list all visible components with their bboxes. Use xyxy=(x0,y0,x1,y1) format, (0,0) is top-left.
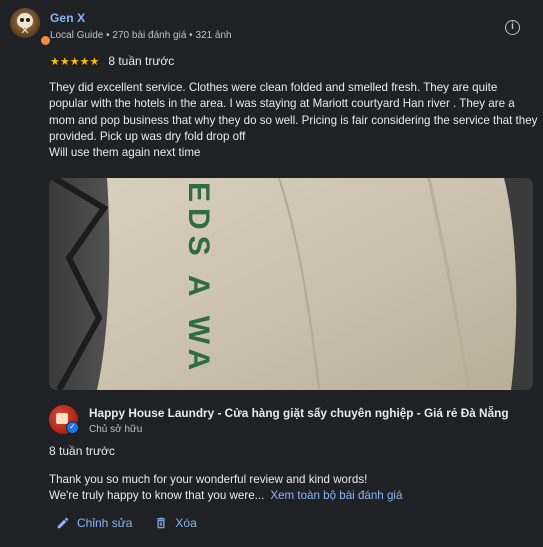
owner-role: Chủ sở hữu xyxy=(89,424,143,435)
edit-button[interactable]: Chỉnh sửa xyxy=(56,516,132,530)
reviewer-meta: Local Guide • 270 bài đánh giá • 321 ảnh xyxy=(50,30,232,41)
reviewer-avatar[interactable]: ✕ xyxy=(10,8,40,38)
verified-check-icon: ✓ xyxy=(66,421,79,434)
reviewer-name[interactable]: Gen X xyxy=(50,11,232,25)
owner-avatar[interactable]: ✓ xyxy=(49,405,79,434)
reply-line-1: Thank you so much for your wonderful rev… xyxy=(49,473,368,486)
reviewer-header: ✕ Gen X Local Guide • 270 bài đánh giá •… xyxy=(10,8,232,46)
see-full-review-link[interactable]: Xem toàn bộ bài đánh giá xyxy=(270,489,402,502)
edit-label: Chỉnh sửa xyxy=(77,516,133,530)
info-icon[interactable]: i xyxy=(505,20,520,35)
crossbones-icon: ✕ xyxy=(20,25,30,37)
star-rating: ★★★★★ xyxy=(50,55,100,68)
svg-text:EDS A WA: EDS A WA xyxy=(182,182,215,376)
owner-name[interactable]: Happy House Laundry - Cửa hàng giặt sấy … xyxy=(89,406,509,421)
delete-button[interactable]: Xóa xyxy=(154,516,197,530)
house-icon xyxy=(56,413,68,424)
pencil-icon xyxy=(57,517,69,529)
owner-response-header: ✓ Happy House Laundry - Cửa hàng giặt sấ… xyxy=(49,405,509,435)
trash-icon xyxy=(157,517,166,529)
review-date: 8 tuần trước xyxy=(108,54,175,68)
review-text: They did excellent service. Clothes were… xyxy=(49,81,538,160)
delete-label: Xóa xyxy=(175,516,197,530)
review-actions: Chỉnh sửa Xóa xyxy=(56,516,219,530)
reply-text: Thank you so much for your wonderful rev… xyxy=(49,472,529,503)
local-guide-badge-icon xyxy=(40,35,51,46)
review-card: ✕ Gen X Local Guide • 270 bài đánh giá •… xyxy=(0,0,543,547)
reply-line-2: We're truly happy to know that you were.… xyxy=(49,488,265,502)
review-photo[interactable]: EDS A WA xyxy=(49,178,533,390)
reply-date: 8 tuần trước xyxy=(49,444,115,458)
rating-row: ★★★★★ 8 tuần trước xyxy=(50,54,174,68)
bag-print-text: EDS A WA xyxy=(182,182,215,376)
